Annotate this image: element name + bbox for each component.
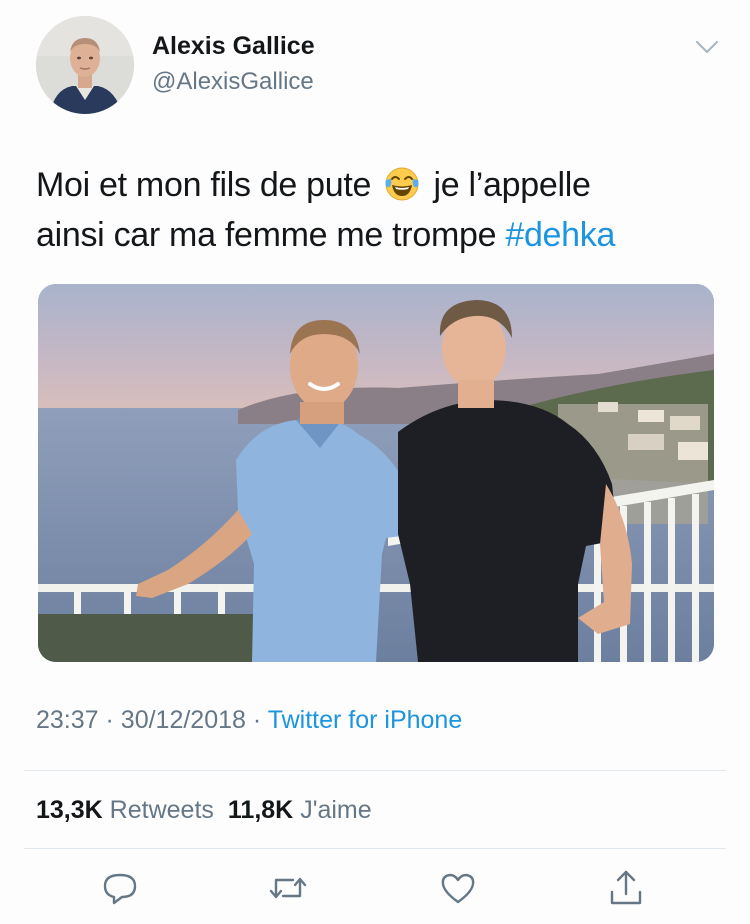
tweet-time: 23:37 xyxy=(36,706,99,734)
chevron-down-icon[interactable] xyxy=(694,38,720,56)
divider xyxy=(24,770,726,771)
author-handle[interactable]: @AlexisGallice xyxy=(152,68,314,96)
tweet-date: 30/12/2018 xyxy=(120,706,246,734)
tweet-text-segment: ainsi car ma femme me trompe xyxy=(36,216,497,254)
avatar[interactable] xyxy=(36,16,134,114)
meta-separator: · xyxy=(105,706,114,734)
likes-stat[interactable]: 11,8K J'aime xyxy=(228,796,372,824)
tweet-actions xyxy=(0,866,750,910)
tweet-text-segment: je l’appelle xyxy=(433,166,591,204)
photo-illustration xyxy=(38,284,714,662)
tweet-card: Alexis Gallice @AlexisGallice Moi et mon… xyxy=(0,0,750,924)
tweet-text: Moi et mon fils de pute je l’appelle ain… xyxy=(36,160,726,260)
tweet-stats: 13,3K Retweets 11,8K J'aime xyxy=(36,796,372,825)
tweet-text-segment: Moi et mon fils de pute xyxy=(36,166,372,204)
retweets-count: 13,3K xyxy=(36,796,103,824)
share-icon[interactable] xyxy=(604,866,648,910)
tweet-text-line-2: ainsi car ma femme me trompe #dehka xyxy=(36,210,726,260)
meta-separator: · xyxy=(252,706,262,734)
retweets-stat[interactable]: 13,3K Retweets xyxy=(36,796,214,824)
hashtag-link[interactable]: #dehka xyxy=(505,216,615,254)
author-name[interactable]: Alexis Gallice xyxy=(152,32,315,61)
likes-count: 11,8K xyxy=(227,796,294,824)
tweet-metadata: 23:37 · 30/12/2018 · Twitter for iPhone xyxy=(36,706,462,735)
tweet-source-link[interactable]: Twitter for iPhone xyxy=(268,706,463,734)
likes-label: J'aime xyxy=(300,796,372,824)
avatar-photo xyxy=(36,16,134,114)
retweets-label: Retweets xyxy=(109,796,214,824)
retweet-icon[interactable] xyxy=(266,866,310,910)
divider xyxy=(24,848,726,849)
tweet-text-line-1: Moi et mon fils de pute je l’appelle xyxy=(36,160,726,210)
reply-icon[interactable] xyxy=(98,866,142,910)
tweet-photo[interactable] xyxy=(38,284,714,662)
like-icon[interactable] xyxy=(436,866,480,910)
face-with-tears-of-joy-icon xyxy=(383,165,421,203)
